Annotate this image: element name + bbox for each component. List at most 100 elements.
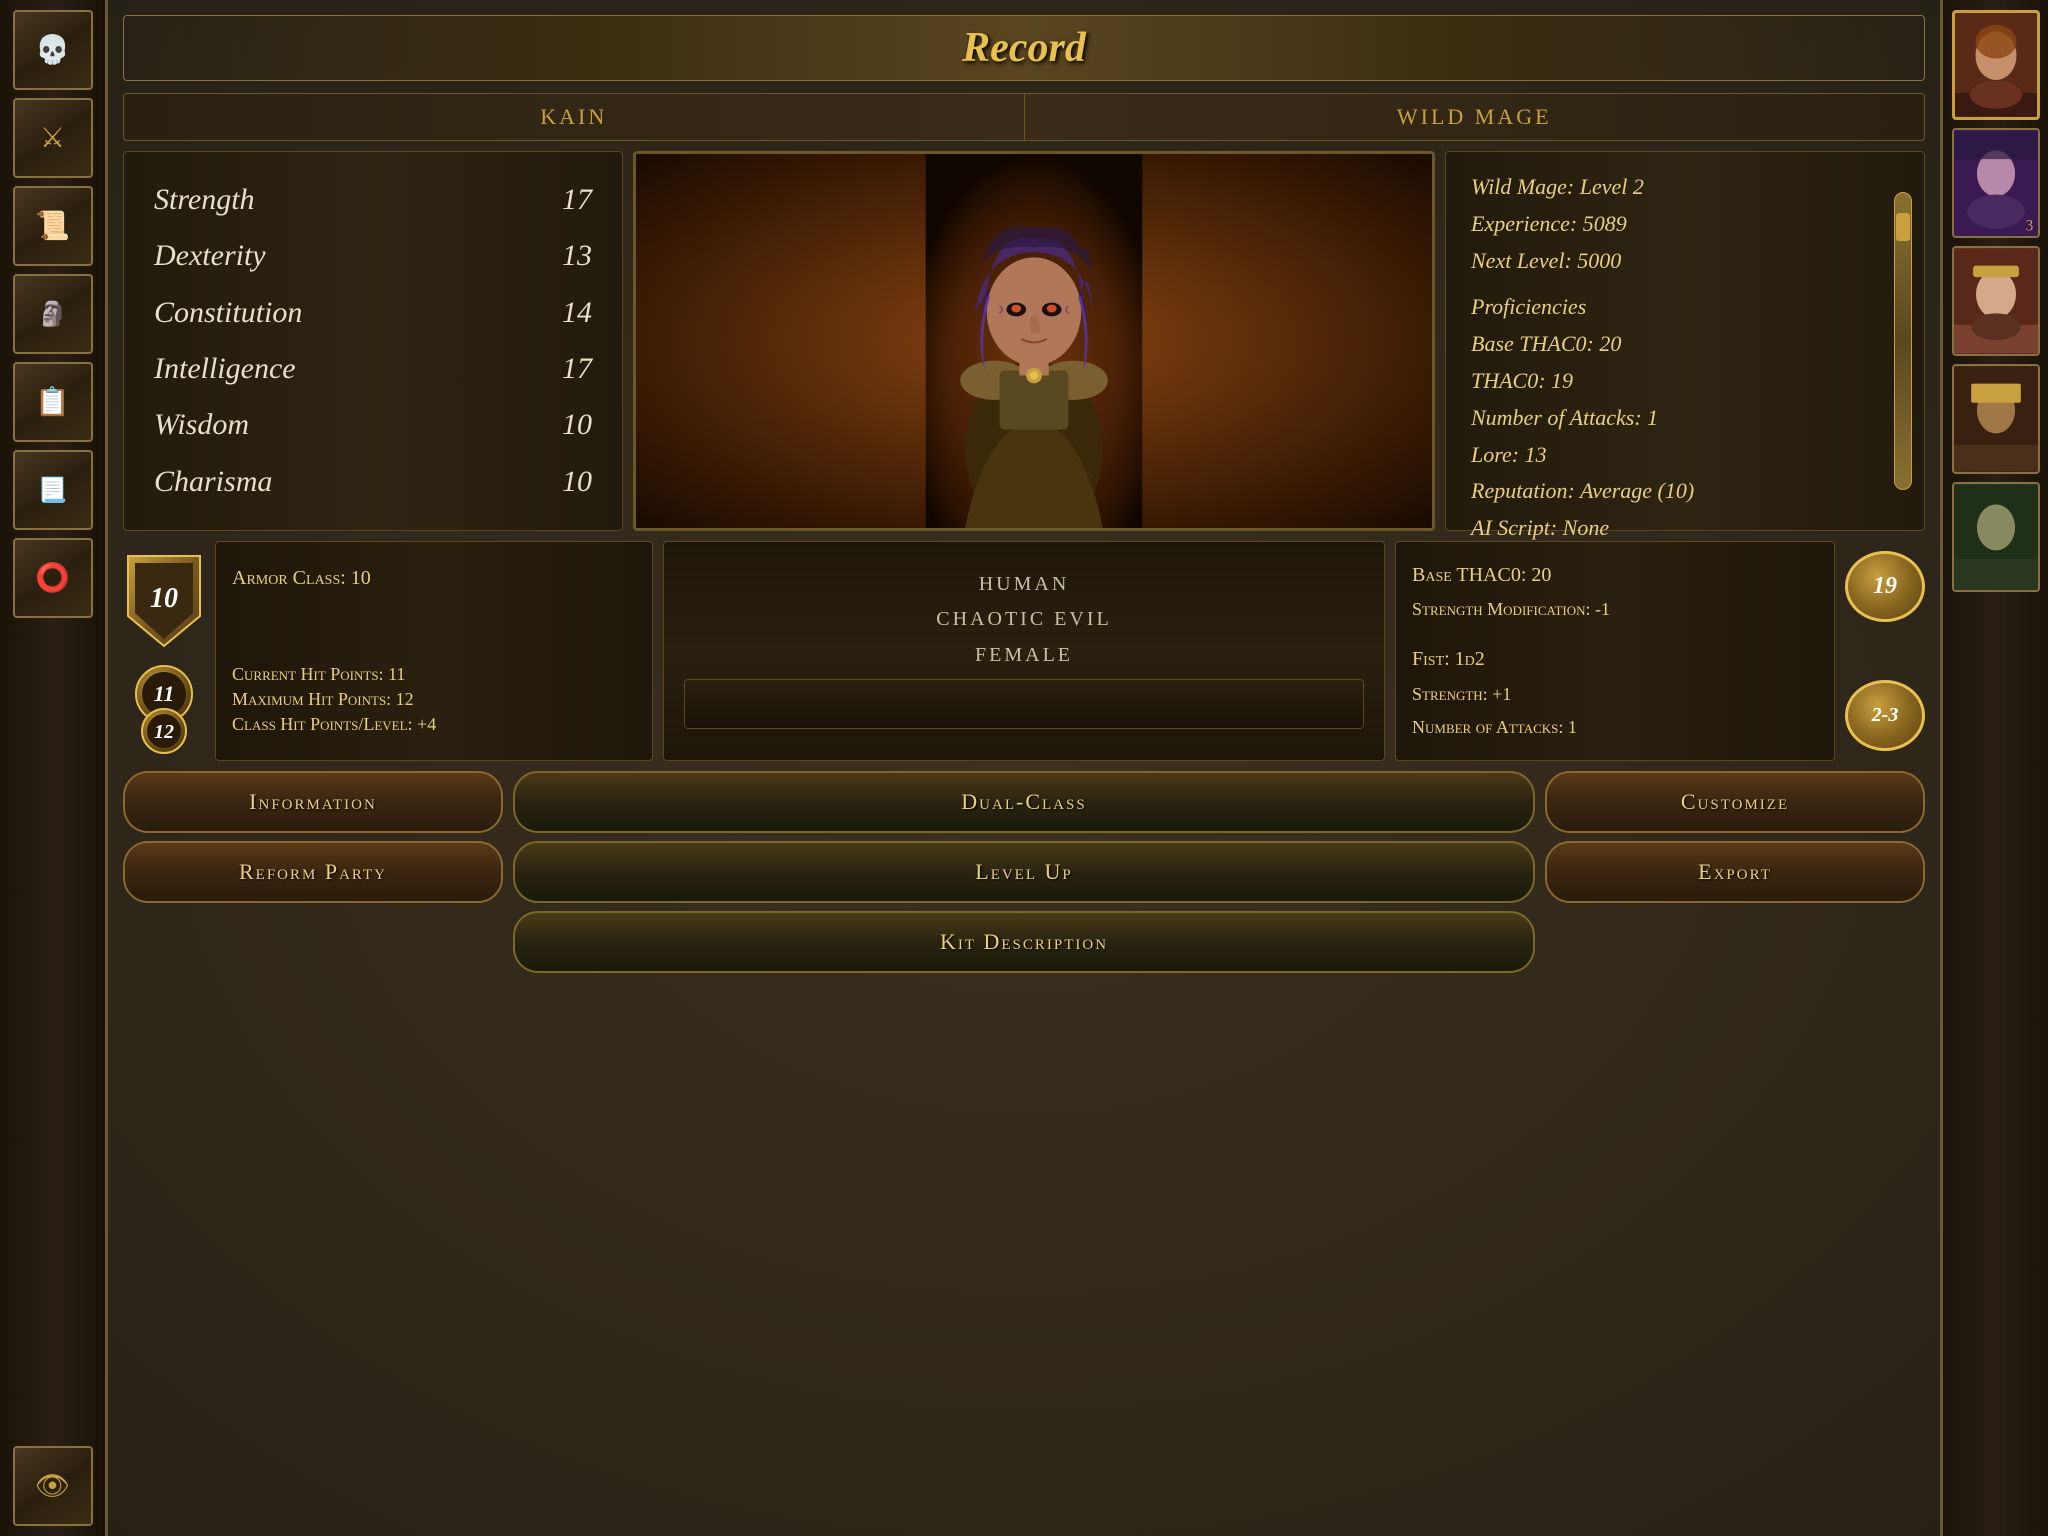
sidebar-btn-eye[interactable]: 👁 [13,1446,93,1526]
gender-label: FEMALE [975,644,1073,667]
scroll-icon: 📜 [35,209,70,243]
thac0-badge: 19 [1845,551,1925,622]
sidebar-btn-scroll[interactable]: 📜 [13,186,93,266]
hp-badge: 11 12 [123,659,205,759]
stat-row-constitution: Constitution 14 [154,296,592,330]
combat-area: Base THAC0: 20 Strength Modification: -1… [1395,541,1925,761]
character-portrait-frame [633,151,1435,531]
armor-shield-container: 10 [123,551,205,651]
intelligence-value: 17 [552,352,592,386]
base-thac0-text: Base THAC0: 20 [1471,329,1899,360]
ai-script-text: AI Script: None [1471,513,1899,544]
attacks-text: Number of Attacks: 1 [1471,403,1899,434]
scroll2-icon: 📃 [38,476,68,505]
charisma-label: Charisma [154,465,272,499]
empty-box [684,679,1364,729]
portrait-btn-2[interactable]: 3 [1952,128,2040,238]
reform-party-button[interactable]: Reform Party [123,841,503,903]
wisdom-value: 10 [552,408,592,442]
export-button[interactable]: Export [1545,841,1925,903]
strength-mod-label: Strength Modification: -1 [1412,599,1818,620]
experience-text: Experience: 5089 [1471,209,1899,240]
class-hp-label: Class Hit Points/Level: +4 [232,714,636,735]
main-content: Record KAIN WILD MAGE Strength 17 Dexter… [108,0,1940,1536]
char-info-panel: Wild Mage: Level 2 Experience: 5089 Next… [1445,151,1925,531]
portrait-btn-4[interactable] [1952,364,2040,474]
lower-section: 10 [123,541,1925,761]
left-buttons: Information Reform Party [123,771,503,973]
portrait-face-4 [1954,366,2038,472]
character-portrait [636,154,1432,528]
portrait-face-5 [1954,484,2038,590]
scroll-bar [1894,192,1912,490]
title-bar: Record [123,15,1925,81]
right-buttons: Customize Export [1545,771,1925,973]
strength-label: Strength [154,183,255,217]
skull-icon: 💀 [35,33,70,67]
sidebar-btn-ring[interactable]: ⭕ [13,538,93,618]
proficiencies-text: Proficiencies [1471,292,1899,323]
left-sidebar: 💀 ⚔ 📜 🗿 📋 📃 ⭕ 👁 [0,0,108,1536]
sidebar-btn-skull[interactable]: 💀 [13,10,93,90]
portrait-btn-3[interactable] [1952,246,2040,356]
lore-text: Lore: 13 [1471,440,1899,471]
level-up-button[interactable]: Level Up [513,841,1535,903]
portrait-btn-5[interactable] [1952,482,2040,592]
current-hp-label: Current Hit Points: 11 [232,664,636,685]
right-sidebar: 3 [1940,0,2048,1536]
alignment-label: CHAOTIC EVIL [936,608,1111,631]
kit-description-button[interactable]: Kit Description [513,911,1535,973]
head-icon: 🗿 [38,300,68,329]
sidebar-btn-sword[interactable]: ⚔ [13,98,93,178]
strength-value: 17 [552,183,592,217]
next-level-text: Next Level: 5000 [1471,246,1899,277]
armor-class-label: Armor Class: 10 [232,567,636,590]
dexterity-value: 13 [552,239,592,273]
page-title: Record [144,24,1904,72]
stat-row-charisma: Charisma 10 [154,465,592,499]
thac0-badge-value: 19 [1873,573,1897,600]
stat-row-dexterity: Dexterity 13 [154,239,592,273]
customize-button[interactable]: Customize [1545,771,1925,833]
intelligence-label: Intelligence [154,352,296,386]
constitution-value: 14 [552,296,592,330]
sidebar-btn-map[interactable]: 📋 [13,362,93,442]
armor-shield: 10 [123,551,205,651]
constitution-label: Constitution [154,296,302,330]
dual-class-button[interactable]: Dual-Class [513,771,1535,833]
portrait-face-3 [1954,248,2038,354]
fist-badge: 2-3 [1845,680,1925,751]
character-class: WILD MAGE [1025,94,1925,140]
hp-labels: Current Hit Points: 11 Maximum Hit Point… [232,664,636,735]
character-name: KAIN [124,94,1024,140]
thac0-text: THAC0: 19 [1471,366,1899,397]
scroll-thumb [1896,213,1910,241]
dexterity-label: Dexterity [154,239,266,273]
portrait-btn-1[interactable] [1952,10,2040,120]
base-thac0-right-label: Base THAC0: 20 [1412,564,1818,587]
stat-row-strength: Strength 17 [154,183,592,217]
stats-area: Strength 17 Dexterity 13 Constitution 14… [123,151,1925,531]
svg-text:3: 3 [2025,218,2033,235]
text-stats-panel: Armor Class: 10 Current Hit Points: 11 M… [215,541,653,761]
reputation-text: Reputation: Average (10) [1471,476,1899,507]
strength-bonus-label: Strength: +1 [1412,684,1818,705]
armor-hp-area: 10 [123,541,653,761]
portrait-face-1 [1955,13,2037,117]
sidebar-btn-scroll2[interactable]: 📃 [13,450,93,530]
eye-icon: 👁 [35,1469,71,1503]
ring-icon: ⭕ [35,561,70,595]
sword-icon: ⚔ [40,121,65,155]
map-icon: 📋 [35,385,70,419]
combat-badge-column: 19 2-3 [1845,541,1925,761]
max-hp-label: Maximum Hit Points: 12 [232,689,636,710]
shield-column: 10 [123,541,205,761]
sidebar-btn-head[interactable]: 🗿 [13,274,93,354]
fist-label: Fist: 1d2 [1412,648,1818,671]
combat-stats-panel: Base THAC0: 20 Strength Modification: -1… [1395,541,1835,761]
svg-text:12: 12 [154,721,174,743]
information-button[interactable]: Information [123,771,503,833]
race-gender-panel: HUMAN CHAOTIC EVIL FEMALE [663,541,1385,761]
svg-text:10: 10 [150,583,178,614]
wisdom-label: Wisdom [154,408,249,442]
